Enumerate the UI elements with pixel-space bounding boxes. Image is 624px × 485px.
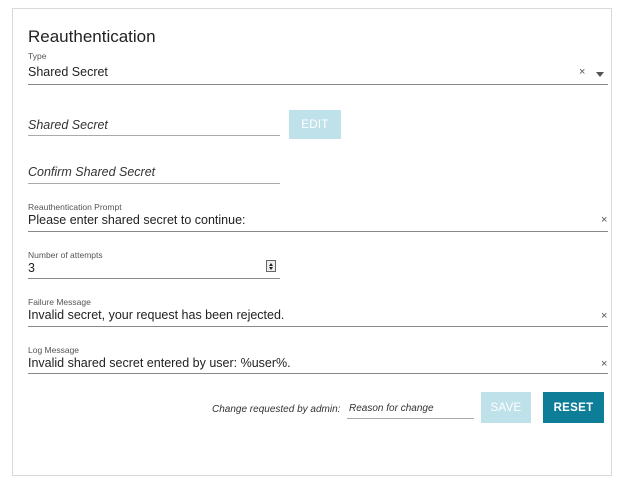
attempts-input[interactable]: 3 — [28, 261, 35, 275]
reason-input[interactable]: Reason for change — [349, 403, 434, 414]
type-underline — [28, 84, 608, 85]
failure-label: Failure Message — [28, 297, 91, 307]
failure-clear-icon[interactable]: × — [601, 310, 607, 322]
log-underline — [28, 373, 608, 374]
prompt-input[interactable]: Please enter shared secret to continue: — [28, 213, 246, 227]
type-select-value[interactable]: Shared Secret — [28, 65, 108, 79]
log-clear-icon[interactable]: × — [601, 358, 607, 370]
prompt-label: Reauthentication Prompt — [28, 202, 122, 212]
failure-underline — [28, 326, 608, 327]
stepper-down-icon[interactable] — [269, 266, 273, 270]
failure-input[interactable]: Invalid secret, your request has been re… — [28, 308, 284, 322]
prompt-clear-icon[interactable]: × — [601, 214, 607, 226]
log-input[interactable]: Invalid shared secret entered by user: %… — [28, 356, 291, 370]
type-label: Type — [28, 51, 47, 61]
section-title: Reauthentication — [28, 27, 156, 46]
chevron-down-icon[interactable] — [596, 72, 604, 77]
attempts-stepper[interactable] — [266, 260, 276, 272]
log-label: Log Message — [28, 345, 80, 355]
shared-secret-underline — [28, 135, 280, 136]
reason-underline — [347, 418, 474, 419]
confirm-secret-input[interactable]: Confirm Shared Secret — [28, 165, 155, 179]
change-requested-label: Change requested by admin: — [212, 404, 341, 415]
reset-button[interactable]: RESET — [543, 392, 604, 423]
prompt-underline — [28, 231, 608, 232]
type-clear-icon[interactable]: × — [579, 66, 585, 78]
edit-button[interactable]: EDIT — [289, 110, 341, 139]
attempts-label: Number of attempts — [28, 250, 103, 260]
shared-secret-input[interactable]: Shared Secret — [28, 118, 108, 132]
save-button[interactable]: SAVE — [481, 392, 531, 423]
stepper-up-icon[interactable] — [269, 262, 273, 266]
confirm-secret-underline — [28, 183, 280, 184]
attempts-underline — [28, 278, 280, 279]
